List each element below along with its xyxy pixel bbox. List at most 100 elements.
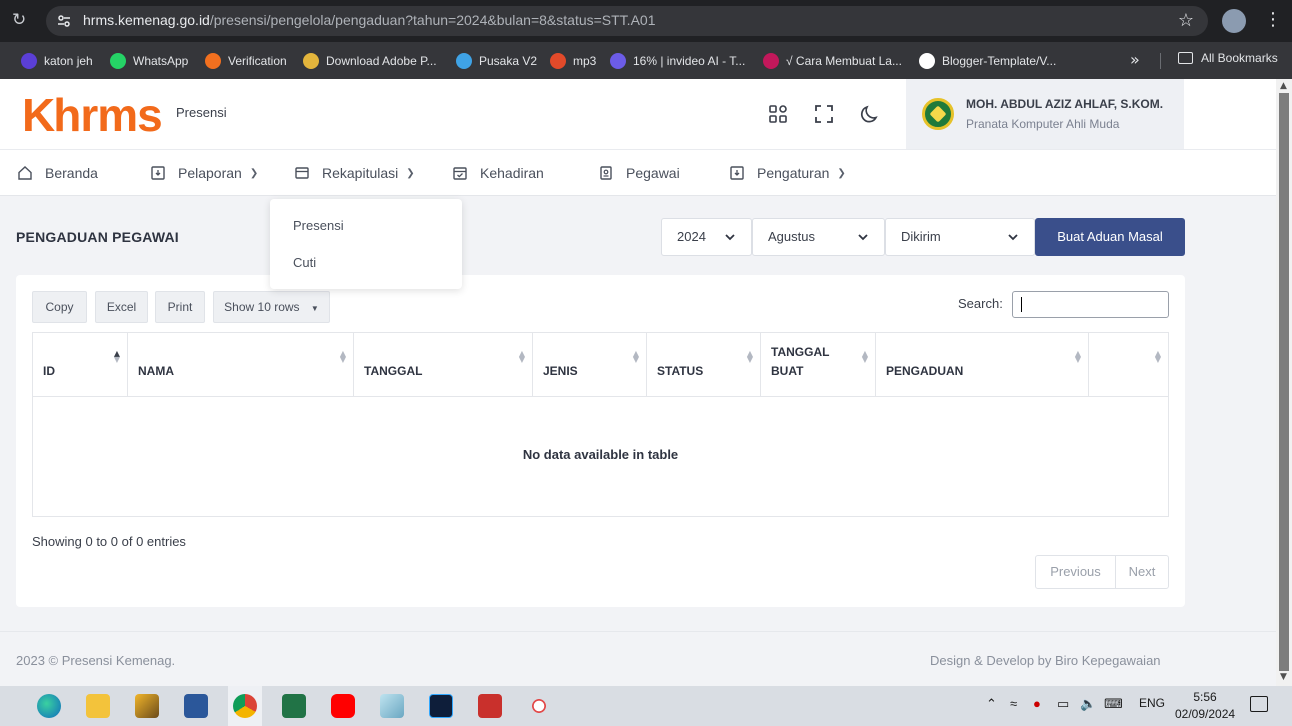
page-scrollbar[interactable]: ▲ ▼ <box>1276 79 1292 686</box>
nav-beranda-label: Beranda <box>45 165 98 181</box>
home-icon <box>18 166 32 180</box>
column-label: STATUS <box>657 364 704 378</box>
print-button[interactable]: Print <box>155 291 205 323</box>
dropdown-item-presensi[interactable]: Presensi <box>293 218 344 233</box>
edge-icon[interactable] <box>37 694 61 718</box>
bookmark-item[interactable]: 16% | invideo AI - T... <box>610 51 745 71</box>
bookmark-favicon-icon <box>303 53 319 69</box>
nav-rekapitulasi[interactable]: Rekapitulasi ❯ <box>294 163 415 183</box>
chevron-down-icon: ❯ <box>406 167 415 179</box>
bookmark-favicon-icon <box>21 53 37 69</box>
clock-date: 02/09/2024 <box>1175 707 1236 721</box>
photoshop-icon[interactable] <box>429 694 453 718</box>
table-header: ID ▲ ▼ NAMA ▲ ▼ TANGGAL ▲ ▼ JENIS ▲ ▼ STATUS <box>33 333 1168 397</box>
address-bar[interactable]: hrms.kemenag.go.id/presensi/pengelola/pe… <box>46 6 1208 36</box>
sort-icon: ▲ ▼ <box>339 349 346 364</box>
page-title: PENGADUAN PEGAWAI <box>16 229 179 245</box>
notes-app-icon[interactable] <box>380 694 404 718</box>
nav-kehadiran[interactable]: Kehadiran <box>452 163 544 183</box>
text-caret <box>1021 297 1022 312</box>
notification-icon[interactable] <box>1250 696 1268 712</box>
bookmarks-bar: » All Bookmarks katon jeh WhatsApp Verific… <box>0 42 1292 79</box>
keyboard-icon[interactable]: ⌨ <box>1104 696 1123 712</box>
pagination: Previous Next <box>1035 555 1169 589</box>
page-viewport: Khrms Presensi MOH. ABDUL AZIZ AHLAF, S.… <box>0 79 1276 686</box>
word-icon[interactable] <box>184 694 208 718</box>
apps-grid-icon[interactable] <box>767 103 789 125</box>
column-header-tanggal[interactable]: TANGGAL ▲ ▼ <box>354 333 533 396</box>
create-mass-complaint-button[interactable]: Buat Aduan Masal <box>1035 218 1185 256</box>
snipping-tool-icon[interactable] <box>527 694 551 718</box>
volume-icon[interactable]: 🔈 <box>1080 696 1096 712</box>
bookmark-label: √ Cara Membuat La... <box>786 54 902 68</box>
dropdown-item-cuti[interactable]: Cuti <box>293 255 316 270</box>
reload-icon[interactable]: ↻ <box>12 11 30 29</box>
bookmark-item[interactable]: √ Cara Membuat La... <box>763 51 902 71</box>
nav-pengaturan[interactable]: Pengaturan ❯ <box>729 163 846 183</box>
hrms-logo[interactable]: Khrms <box>22 92 163 138</box>
previous-page-button[interactable]: Previous <box>1036 556 1116 588</box>
column-label: JENIS <box>543 364 578 378</box>
column-header-actions[interactable]: ▲ ▼ <box>1089 333 1168 396</box>
search-input[interactable] <box>1012 291 1169 318</box>
bookmark-label: katon jeh <box>44 54 93 68</box>
excel-button[interactable]: Excel <box>95 291 148 323</box>
next-page-button[interactable]: Next <box>1116 556 1168 588</box>
bookmark-item[interactable]: Blogger-Template/V... <box>919 51 1056 71</box>
table-info: Showing 0 to 0 of 0 entries <box>32 534 186 549</box>
show-rows-button[interactable]: Show 10 rows ▼ <box>213 291 330 323</box>
column-header-nama[interactable]: NAMA ▲ ▼ <box>128 333 354 396</box>
all-bookmarks-button[interactable]: All Bookmarks <box>1178 51 1278 65</box>
chrome-icon[interactable] <box>233 694 257 718</box>
status-select-value: Dikirim <box>901 229 941 244</box>
bookmark-item[interactable]: WhatsApp <box>110 51 188 71</box>
scroll-down-arrow-icon[interactable]: ▼ <box>1280 672 1287 682</box>
show-hidden-icons-icon[interactable]: ⌃ <box>986 696 997 712</box>
nav-pelaporan-label: Pelaporan <box>178 165 242 181</box>
nav-pelaporan[interactable]: Pelaporan ❯ <box>150 163 258 183</box>
user-profile-box[interactable]: MOH. ABDUL AZIZ AHLAF, S.KOM. Pranata Ko… <box>906 79 1184 149</box>
bookmark-item[interactable]: Verification <box>205 51 287 71</box>
fullscreen-icon[interactable] <box>813 103 835 125</box>
bookmark-star-icon[interactable]: ☆ <box>1178 10 1194 31</box>
column-header-status[interactable]: STATUS ▲ ▼ <box>647 333 761 396</box>
bookmark-favicon-icon <box>110 53 126 69</box>
excel-icon[interactable] <box>282 694 306 718</box>
bookmark-item[interactable]: Download Adobe P... <box>303 51 437 71</box>
site-settings-icon[interactable] <box>56 13 72 29</box>
bookmark-item[interactable]: katon jeh <box>21 51 93 71</box>
pdf-app-icon[interactable] <box>478 694 502 718</box>
language-indicator[interactable]: ENG <box>1139 696 1165 710</box>
chevron-down-icon <box>858 234 868 241</box>
scrollbar-thumb[interactable] <box>1279 93 1289 671</box>
column-header-pengaduan[interactable]: PENGADUAN ▲ ▼ <box>876 333 1089 396</box>
bookmark-item[interactable]: Pusaka V2 <box>456 51 537 71</box>
sort-icon: ▲ ▼ <box>113 349 120 364</box>
browser-menu-icon[interactable]: ⋮ <box>1264 10 1282 30</box>
user-name: MOH. ABDUL AZIZ AHLAF, S.KOM. <box>966 97 1164 111</box>
column-header-id[interactable]: ID ▲ ▼ <box>33 333 128 396</box>
copy-button[interactable]: Copy <box>32 291 87 323</box>
scroll-up-arrow-icon[interactable]: ▲ <box>1280 81 1287 91</box>
nav-beranda[interactable]: Beranda <box>17 163 98 183</box>
year-select[interactable]: 2024 <box>661 218 752 256</box>
bookmark-item[interactable]: mp3 <box>550 51 596 71</box>
battery-icon[interactable]: ▭ <box>1057 696 1069 712</box>
taskbar-clock[interactable]: 5:56 02/09/2024 <box>1175 689 1235 723</box>
settings-icon <box>730 166 744 180</box>
network-warning-icon[interactable]: ● <box>1033 696 1041 711</box>
nav-pegawai[interactable]: Pegawai <box>598 163 680 183</box>
column-header-tanggal-buat[interactable]: TANGGAL BUAT ▲ ▼ <box>761 333 876 396</box>
bookmark-label: Pusaka V2 <box>479 54 538 68</box>
column-header-jenis[interactable]: JENIS ▲ ▼ <box>533 333 647 396</box>
profile-avatar[interactable] <box>1222 9 1246 33</box>
wifi-icon[interactable]: ≈ <box>1010 696 1017 711</box>
status-select[interactable]: Dikirim <box>885 218 1035 256</box>
dark-mode-moon-icon[interactable] <box>859 103 881 125</box>
more-bookmarks-icon[interactable]: » <box>1130 50 1140 69</box>
file-explorer-icon[interactable] <box>86 694 110 718</box>
nav-rekapitulasi-label: Rekapitulasi <box>322 165 399 181</box>
month-select[interactable]: Agustus <box>752 218 885 256</box>
pen-tool-app-icon[interactable] <box>135 694 159 718</box>
youtube-icon[interactable] <box>331 694 355 718</box>
